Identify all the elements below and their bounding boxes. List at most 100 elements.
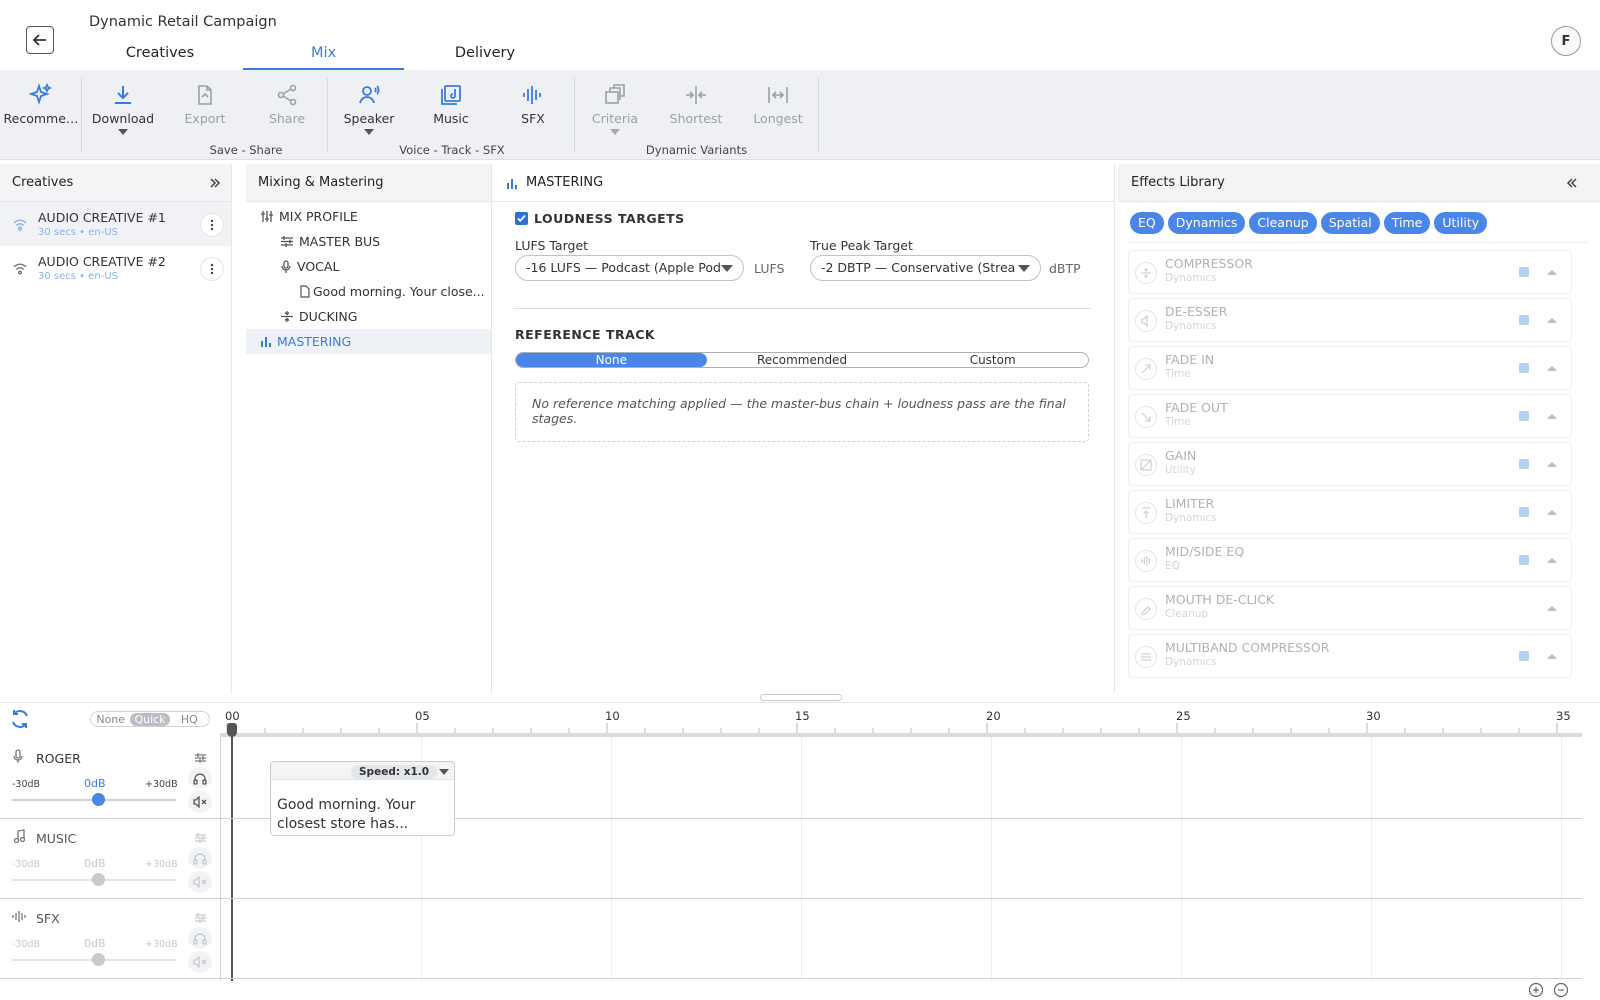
effect-item-multiband-compressor[interactable]: MULTIBAND COMPRESSOR Dynamics <box>1128 634 1572 678</box>
effect-item-fade-in[interactable]: FADE IN Time <box>1128 346 1572 390</box>
export-button[interactable]: Export <box>165 82 245 126</box>
clip-speed-badge[interactable]: Speed: x1.0 <box>351 765 438 779</box>
mute-button[interactable] <box>188 871 212 893</box>
effect-item-fade-out[interactable]: FADE OUT Time <box>1128 394 1572 438</box>
chevron-up-icon[interactable] <box>1547 558 1557 563</box>
chevron-down-icon[interactable] <box>439 769 449 775</box>
document-icon <box>300 285 310 298</box>
loudness-checkbox[interactable] <box>515 212 528 225</box>
effect-preview-icon[interactable] <box>1519 555 1529 565</box>
chevron-down-icon[interactable] <box>118 129 128 135</box>
reference-option-none[interactable]: None <box>516 353 707 367</box>
solo-button[interactable] <box>188 767 212 789</box>
recommend-button[interactable]: Recomme… <box>1 82 81 126</box>
effect-preview-icon[interactable] <box>1519 363 1529 373</box>
refresh-icon[interactable] <box>9 708 31 730</box>
effect-preview-icon[interactable] <box>1519 459 1529 469</box>
chevron-up-icon[interactable] <box>1547 366 1557 371</box>
chevron-up-icon[interactable] <box>1547 654 1557 659</box>
playhead-handle[interactable] <box>227 723 237 737</box>
effect-item-gain[interactable]: GAIN Utility <box>1128 442 1572 486</box>
gain-slider-knob[interactable] <box>92 873 105 886</box>
effect-name: MID/SIDE EQ <box>1165 544 1245 559</box>
tree-item-master-bus[interactable]: MASTER BUS <box>246 229 491 254</box>
creative-menu-button[interactable] <box>200 257 224 281</box>
shortest-button[interactable]: Shortest <box>656 82 736 126</box>
quality-hq[interactable]: HQ <box>170 713 209 726</box>
effect-preview-icon[interactable] <box>1519 507 1529 517</box>
effect-item-de-esser[interactable]: DE-ESSER Dynamics <box>1128 298 1572 342</box>
tree-item-vocal[interactable]: VOCAL <box>246 254 491 279</box>
music-library-icon <box>441 85 461 105</box>
music-note-icon <box>13 829 25 843</box>
chevron-up-icon[interactable] <box>1547 318 1557 323</box>
track-settings-icon[interactable] <box>194 752 207 764</box>
quality-quick[interactable]: Quick <box>130 712 170 726</box>
track-settings-icon[interactable] <box>194 912 207 924</box>
gain-slider[interactable] <box>12 873 176 886</box>
time-ruler[interactable]: 00 05 10 15 20 25 30 35 <box>220 703 1582 737</box>
double-chevron-right-icon[interactable] <box>209 177 221 189</box>
creative-menu-button[interactable] <box>200 213 224 237</box>
chip-dynamics[interactable]: Dynamics <box>1167 212 1246 234</box>
effect-item-mid-side-eq[interactable]: MID/SIDE EQ EQ <box>1128 538 1572 582</box>
chevron-up-icon[interactable] <box>1547 510 1557 515</box>
solo-button[interactable] <box>188 847 212 869</box>
mute-button[interactable] <box>188 951 212 973</box>
effect-item-compressor[interactable]: COMPRESSOR Dynamics <box>1128 250 1572 294</box>
gain-slider-knob[interactable] <box>92 953 105 966</box>
zoom-out-icon[interactable] <box>1553 982 1569 998</box>
mute-button[interactable] <box>188 791 212 813</box>
chevron-up-icon[interactable] <box>1547 462 1557 467</box>
gain-slider[interactable] <box>12 953 176 966</box>
music-button[interactable]: Music <box>411 82 491 126</box>
track-settings-icon[interactable] <box>194 832 207 844</box>
tree-item-mastering[interactable]: MASTERING <box>246 329 491 354</box>
tab-delivery[interactable]: Delivery <box>410 40 560 70</box>
reference-option-custom[interactable]: Custom <box>897 353 1088 367</box>
tree-item-mix-profile[interactable]: MIX PROFILE <box>246 204 491 229</box>
avatar[interactable]: F <box>1551 26 1581 56</box>
effect-preview-icon[interactable] <box>1519 315 1529 325</box>
quality-none[interactable]: None <box>91 713 130 726</box>
criteria-button[interactable]: Criteria <box>575 82 655 135</box>
longest-button[interactable]: Longest <box>738 82 818 126</box>
tree-item-ducking[interactable]: DUCKING <box>246 304 491 329</box>
panel-resize-handle[interactable] <box>760 694 842 701</box>
lufs-select[interactable]: -16 LUFS — Podcast (Apple Podcasts) <box>515 255 744 281</box>
double-chevron-left-icon[interactable] <box>1566 177 1578 189</box>
peak-select[interactable]: -2 DBTP — Conservative (Streaming) <box>810 255 1041 281</box>
effect-preview-icon[interactable] <box>1519 651 1529 661</box>
effect-item-mouth-de-click[interactable]: MOUTH DE-CLICK Cleanup <box>1128 586 1572 630</box>
chevron-up-icon[interactable] <box>1547 606 1557 611</box>
speaker-button[interactable]: Speaker <box>329 82 409 135</box>
effect-preview-icon[interactable] <box>1519 267 1529 277</box>
sfx-button[interactable]: SFX <box>493 82 573 126</box>
chip-time[interactable]: Time <box>1383 212 1431 234</box>
chip-spatial[interactable]: Spatial <box>1320 212 1380 234</box>
sfx-label: SFX <box>521 111 545 126</box>
zoom-in-icon[interactable] <box>1528 982 1544 998</box>
back-button[interactable] <box>26 26 54 54</box>
gain-slider[interactable] <box>12 793 176 806</box>
chevron-down-icon[interactable] <box>364 129 374 135</box>
creative-item-2[interactable]: AUDIO CREATIVE #2 30 secs • en-US <box>0 246 231 290</box>
share-button[interactable]: Share <box>247 82 327 126</box>
creative-item-1[interactable]: AUDIO CREATIVE #1 30 secs • en-US <box>0 202 231 246</box>
chevron-down-icon[interactable] <box>610 129 620 135</box>
chip-eq[interactable]: EQ <box>1130 212 1164 234</box>
tree-item-vocal-clip[interactable]: Good morning. Your close... <box>246 279 491 304</box>
chevron-up-icon[interactable] <box>1547 414 1557 419</box>
download-button[interactable]: Download <box>83 82 163 135</box>
tab-creatives[interactable]: Creatives <box>90 40 230 70</box>
loudness-targets-toggle[interactable]: LOUDNESS TARGETS <box>515 211 685 226</box>
gain-slider-knob[interactable] <box>92 793 105 806</box>
effect-item-limiter[interactable]: LIMITER Dynamics <box>1128 490 1572 534</box>
tab-mix[interactable]: Mix <box>243 40 404 70</box>
chip-utility[interactable]: Utility <box>1434 212 1488 234</box>
chip-cleanup[interactable]: Cleanup <box>1249 212 1317 234</box>
solo-button[interactable] <box>188 927 212 949</box>
chevron-up-icon[interactable] <box>1547 270 1557 275</box>
effect-preview-icon[interactable] <box>1519 411 1529 421</box>
reference-option-recommended[interactable]: Recommended <box>707 353 898 367</box>
